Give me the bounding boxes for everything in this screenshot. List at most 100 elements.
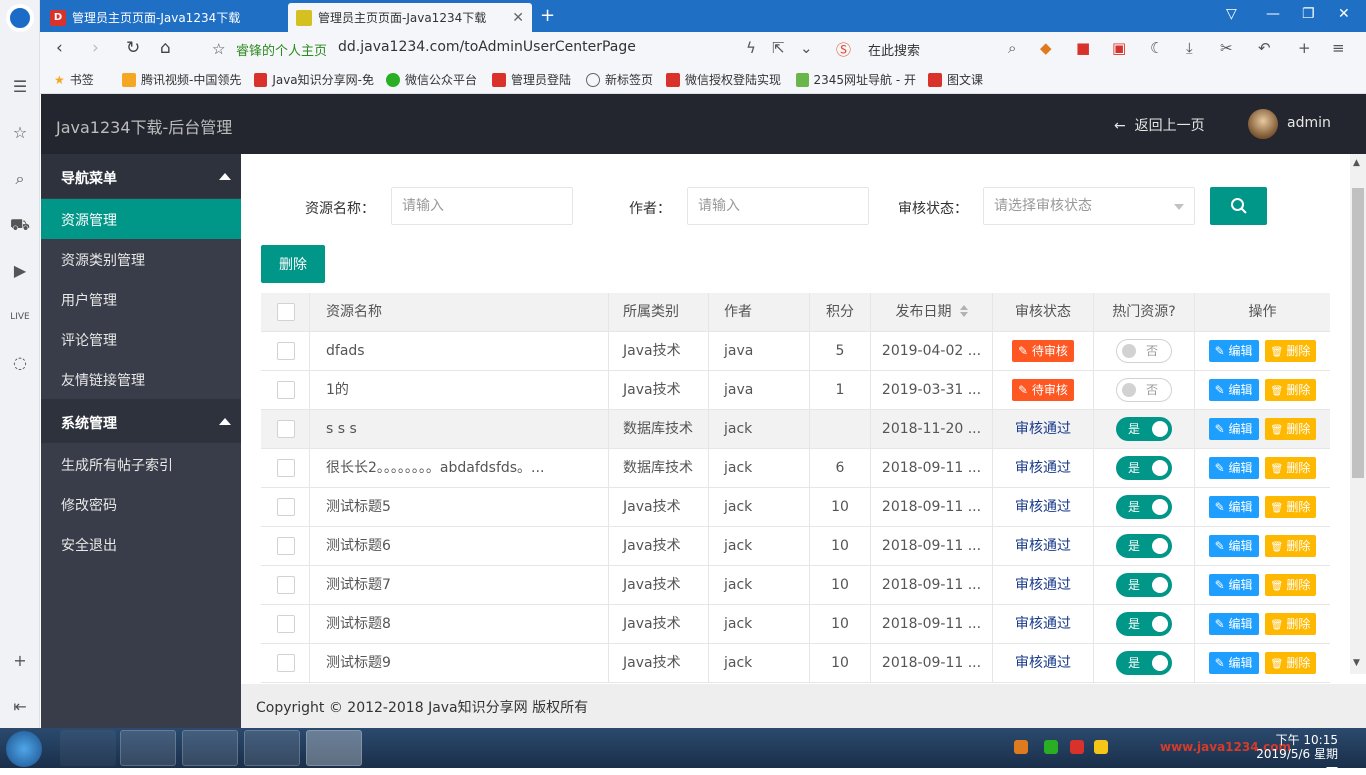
sidebar-item-build-index[interactable]: 生成所有帖子索引 bbox=[41, 444, 241, 484]
row-checkbox[interactable] bbox=[277, 615, 295, 633]
edit-button[interactable]: ✎ 编辑 bbox=[1208, 496, 1259, 518]
hot-toggle[interactable]: 是 bbox=[1116, 612, 1172, 636]
status-filter-select[interactable]: 请选择审核状态 bbox=[983, 187, 1195, 225]
header-date[interactable]: 发布日期 bbox=[871, 293, 993, 332]
scrollbar-thumb[interactable] bbox=[1352, 188, 1364, 478]
delete-button[interactable]: 🗑 删除 bbox=[1264, 379, 1317, 401]
delete-button[interactable]: 🗑 删除 bbox=[1264, 613, 1317, 635]
scroll-up-icon[interactable]: ▲ bbox=[1353, 158, 1360, 168]
delete-button[interactable]: 🗑 删除 bbox=[1264, 340, 1317, 362]
collapse-sidebar-icon[interactable]: ⇤ bbox=[9, 696, 31, 718]
hot-toggle[interactable]: 否 bbox=[1116, 378, 1172, 402]
download-icon[interactable]: ⤓ bbox=[1186, 39, 1193, 57]
row-checkbox[interactable] bbox=[277, 459, 295, 477]
taskbar-browser-icon[interactable] bbox=[306, 730, 362, 766]
hot-toggle[interactable]: 是 bbox=[1116, 534, 1172, 558]
delete-button[interactable]: 🗑 删除 bbox=[1264, 574, 1317, 596]
cart-icon[interactable]: ⛟ bbox=[9, 214, 31, 236]
game-icon[interactable]: ◆ bbox=[1040, 39, 1052, 57]
search-button[interactable] bbox=[1210, 187, 1267, 225]
delete-button[interactable]: 🗑 删除 bbox=[1264, 457, 1317, 479]
clock[interactable]: 下午 10:15 2019/5/6 星期一 bbox=[1248, 733, 1338, 775]
table-row[interactable]: 测试标题8 Java技术 jack 10 2018-09-11 ... 审核通过 是 ✎ 编辑… bbox=[261, 605, 1330, 644]
taskbar-app-icon[interactable] bbox=[244, 730, 300, 766]
bookmark-item[interactable]: 图文课 bbox=[928, 71, 983, 88]
star-icon[interactable]: ☆ bbox=[9, 122, 31, 144]
tray-icon[interactable] bbox=[1094, 740, 1108, 754]
sidebar-item-logout[interactable]: 安全退出 bbox=[41, 524, 241, 564]
reload-icon[interactable]: ↻ bbox=[126, 38, 140, 58]
scrollbar[interactable]: ▲ ▼ bbox=[1350, 154, 1366, 674]
row-checkbox[interactable] bbox=[277, 420, 295, 438]
night-mode-icon[interactable]: ☾ bbox=[1150, 39, 1163, 57]
restore-icon[interactable]: ❐ bbox=[1302, 6, 1315, 22]
sidebar-item-resources[interactable]: 资源管理 bbox=[41, 199, 241, 239]
delete-button[interactable]: 🗑 删除 bbox=[1264, 496, 1317, 518]
shirt-skin-icon[interactable]: ▽ bbox=[1226, 6, 1237, 22]
start-button[interactable] bbox=[6, 731, 42, 767]
table-row[interactable]: 1的 Java技术 java 1 2019-03-31 ... ✎ 待审核否 ✎ 编辑 🗑 删… bbox=[261, 371, 1330, 410]
close-tab-icon[interactable]: ✕ bbox=[512, 10, 524, 26]
table-row[interactable]: 测试标题7 Java技术 jack 10 2018-09-11 ... 审核通过 是 ✎ 编辑… bbox=[261, 566, 1330, 605]
pending-tag[interactable]: ✎ 待审核 bbox=[1012, 340, 1074, 362]
bookmark-item[interactable]: 新标签页 bbox=[586, 71, 653, 88]
cut-icon[interactable]: ✂ bbox=[1220, 39, 1233, 57]
bookmark-item[interactable]: Java知识分享网-免 bbox=[254, 71, 374, 88]
table-row[interactable]: 测试标题6 Java技术 jack 10 2018-09-11 ... 审核通过 是 ✎ 编辑… bbox=[261, 527, 1330, 566]
bookmark-item[interactable]: 2345网址导航 - 开 bbox=[796, 71, 916, 88]
chevron-down-icon[interactable]: ⌄ bbox=[800, 39, 813, 57]
sidebar-item-users[interactable]: 用户管理 bbox=[41, 279, 241, 319]
table-row[interactable]: dfads Java技术 java 5 2019-04-02 ... ✎ 待审核 否 ✎ 编辑… bbox=[261, 332, 1330, 371]
menu-icon[interactable]: ≡ bbox=[1332, 39, 1345, 57]
row-checkbox[interactable] bbox=[277, 654, 295, 672]
edit-button[interactable]: ✎ 编辑 bbox=[1208, 652, 1259, 674]
bookmark-item[interactable]: 微信授权登陆实现 bbox=[666, 71, 786, 88]
table-row[interactable]: 测试标题5 Java技术 jack 10 2018-09-11 ... 审核通过 是 ✎ 编辑… bbox=[261, 488, 1330, 527]
flash-icon[interactable]: ϟ bbox=[746, 39, 756, 57]
undo-icon[interactable]: ↶ bbox=[1258, 39, 1271, 57]
bookmark-item[interactable]: 管理员登陆 bbox=[492, 71, 571, 88]
home-page-link[interactable]: 睿锋的个人主页 bbox=[236, 40, 327, 59]
sogou-search-icon[interactable]: Ⓢ bbox=[836, 39, 851, 60]
sidebar-item-resource-types[interactable]: 资源类别管理 bbox=[41, 239, 241, 279]
table-row[interactable]: 很长长2。。。。。。。。abdafdsfds。... 数据库技术 jack 6 2018… bbox=[261, 449, 1330, 488]
row-checkbox[interactable] bbox=[277, 498, 295, 516]
batch-delete-button[interactable]: 删除 bbox=[261, 245, 325, 283]
hot-toggle[interactable]: 是 bbox=[1116, 495, 1172, 519]
share-icon[interactable]: ⇱ bbox=[772, 39, 785, 57]
edit-button[interactable]: ✎ 编辑 bbox=[1208, 340, 1259, 362]
hot-toggle[interactable]: 是 bbox=[1116, 417, 1172, 441]
hot-toggle[interactable]: 是 bbox=[1116, 573, 1172, 597]
browser-tab[interactable]: D 管理员主页页面-Java1234下载 bbox=[42, 3, 286, 32]
row-checkbox[interactable] bbox=[277, 381, 295, 399]
sidebar-group-nav[interactable]: 导航菜单 bbox=[41, 154, 241, 198]
edit-button[interactable]: ✎ 编辑 bbox=[1208, 535, 1259, 557]
browser-tab-active[interactable]: 管理员主页页面-Java1234下载 ✕ bbox=[288, 3, 532, 32]
edit-button[interactable]: ✎ 编辑 bbox=[1208, 418, 1259, 440]
delete-button[interactable]: 🗑 删除 bbox=[1264, 652, 1317, 674]
hot-toggle[interactable]: 是 bbox=[1116, 651, 1172, 675]
tray-icon[interactable] bbox=[1044, 740, 1058, 754]
news-icon[interactable]: ☰ bbox=[9, 76, 31, 98]
bookmark-item[interactable]: ★ 书签 bbox=[54, 71, 94, 88]
hot-toggle[interactable]: 是 bbox=[1116, 456, 1172, 480]
tray-icon[interactable] bbox=[1014, 740, 1028, 754]
new-tab-icon[interactable]: + bbox=[540, 5, 555, 26]
taskbar-app-icon[interactable] bbox=[60, 730, 116, 766]
username[interactable]: admin bbox=[1287, 115, 1331, 131]
back-link[interactable]: ← 返回上一页 bbox=[1114, 115, 1205, 135]
search-icon[interactable]: ⌕ bbox=[1008, 39, 1016, 57]
add-icon[interactable]: + bbox=[9, 650, 31, 672]
bookmark-star-icon[interactable]: ☆ bbox=[212, 40, 225, 58]
app-icon[interactable]: ■ bbox=[1076, 39, 1090, 57]
minimize-icon[interactable]: — bbox=[1266, 6, 1280, 22]
edit-button[interactable]: ✎ 编辑 bbox=[1208, 457, 1259, 479]
bookmark-item[interactable]: 腾讯视频-中国领先 bbox=[122, 71, 242, 88]
browser-logo-icon[interactable] bbox=[6, 4, 34, 32]
row-checkbox[interactable] bbox=[277, 537, 295, 555]
taskbar-app-icon[interactable] bbox=[182, 730, 238, 766]
forward-icon[interactable]: › bbox=[92, 38, 99, 58]
scroll-down-icon[interactable]: ▼ bbox=[1353, 658, 1360, 668]
select-all-checkbox[interactable] bbox=[277, 303, 295, 321]
close-window-icon[interactable]: ✕ bbox=[1338, 6, 1350, 22]
